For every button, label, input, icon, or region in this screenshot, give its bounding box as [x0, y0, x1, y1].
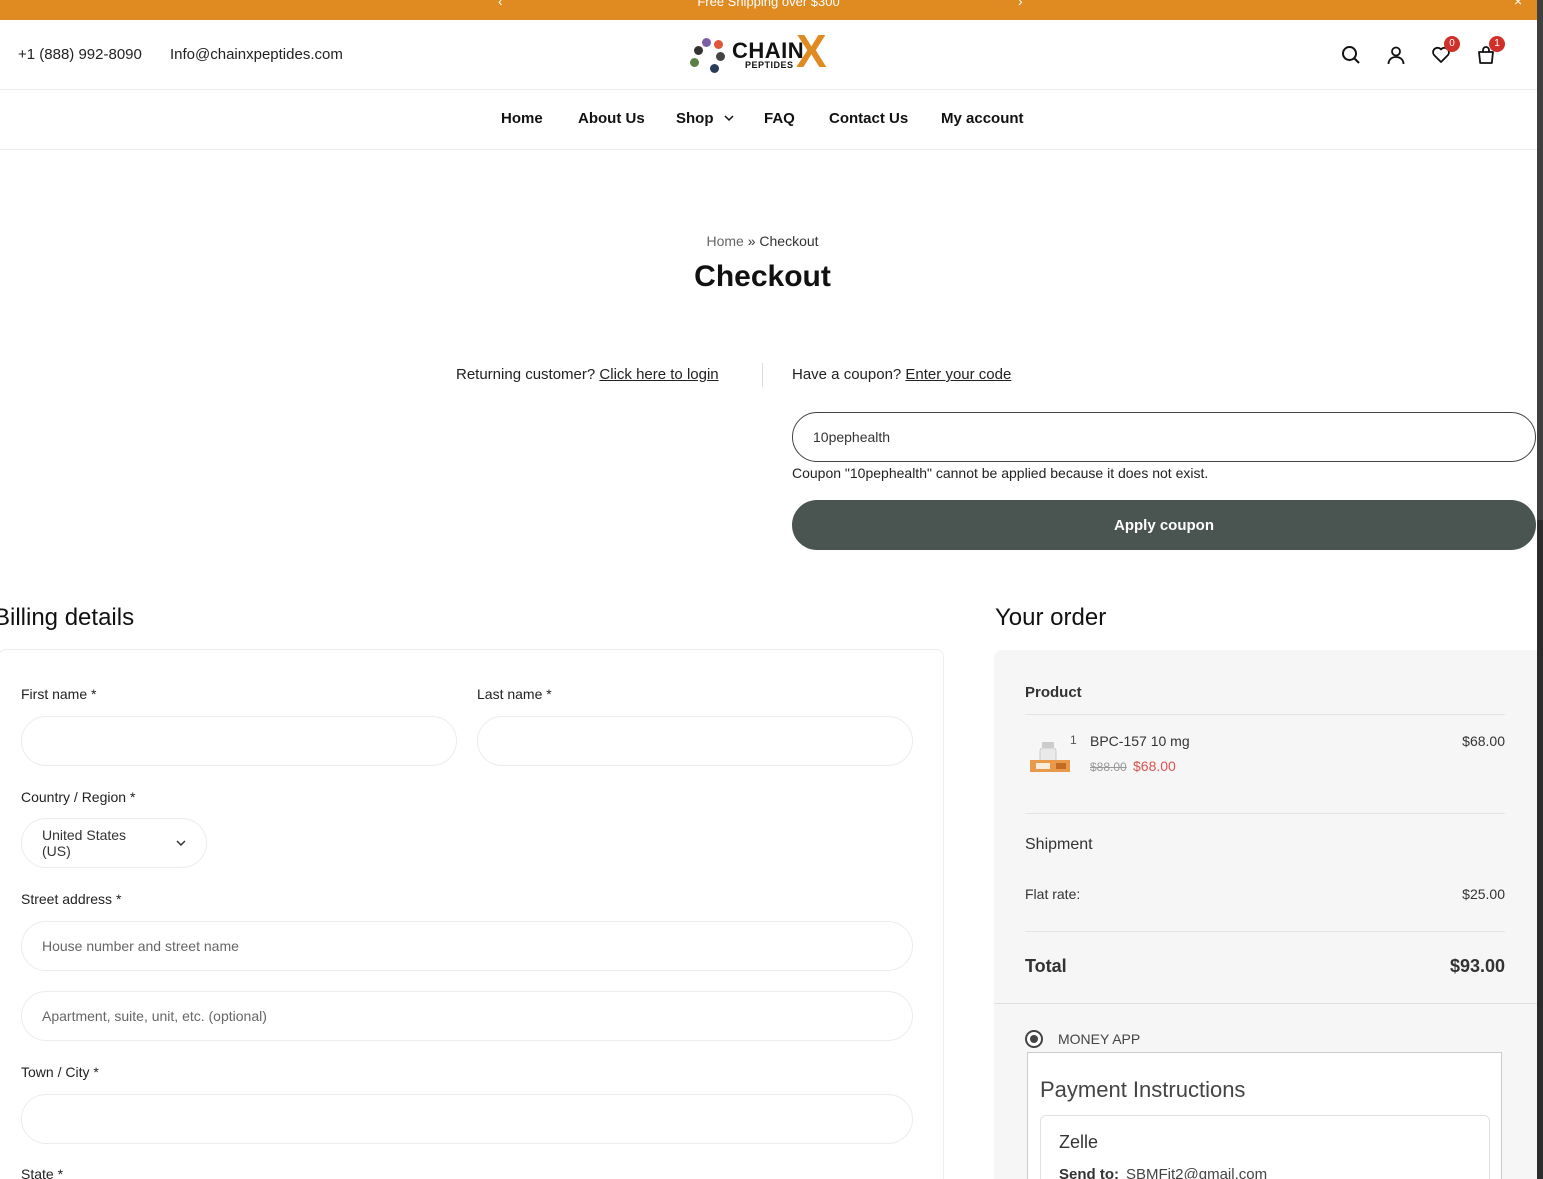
order-heading: Your order [995, 604, 1107, 631]
coupon-error: Coupon "10pephealth" cannot be applied b… [792, 465, 1209, 481]
main-nav: Home About Us Shop FAQ Contact Us My acc… [0, 90, 1537, 150]
country-select[interactable]: United States (US) [21, 818, 207, 868]
page-title: Checkout [694, 260, 831, 293]
billing-form: First name * Last name * Country / Regio… [0, 649, 944, 1179]
heart-icon[interactable]: 0 [1428, 36, 1460, 68]
site-logo[interactable]: CHAIN PEPTIDES X [688, 28, 838, 80]
total-label: Total [1025, 956, 1067, 976]
zelle-title: Zelle [1059, 1132, 1099, 1152]
close-icon[interactable]: × [1514, 0, 1522, 9]
coupon-notice: Have a coupon? Enter your code [792, 366, 1011, 383]
nav-item-contact[interactable]: Contact Us [829, 110, 908, 127]
promo-text: Free Shipping over $300 [697, 0, 840, 9]
returning-text: Returning customer? [456, 366, 600, 383]
apartment-field[interactable] [21, 991, 913, 1041]
returning-notice: Returning customer? Click here to login [456, 366, 719, 383]
scrollbar[interactable] [1537, 0, 1543, 1179]
item-line-total: $68.00 [1462, 733, 1505, 749]
street-address-field[interactable] [21, 921, 913, 971]
phone-link[interactable]: +1 (888) 992-8090 [18, 46, 142, 63]
send-to-label: Send to: [1059, 1166, 1119, 1179]
chevron-down-icon [176, 840, 186, 847]
logo-x: X [796, 25, 827, 77]
coupon-text: Have a coupon? [792, 366, 906, 383]
email-link[interactable]: Info@chainxpeptides.com [170, 46, 343, 63]
promo-bar: ‹ Free Shipping over $300 › × [0, 0, 1537, 20]
user-icon[interactable] [1383, 42, 1409, 68]
order-summary: Product 1 BPC-157 10 mg $88.00 $68.00 $6… [994, 650, 1537, 1179]
item-old-price: $88.00 [1090, 760, 1127, 774]
nav-item-home[interactable]: Home [501, 110, 543, 127]
logo-sub: PEPTIDES [745, 60, 794, 70]
search-icon[interactable] [1338, 42, 1364, 68]
breadcrumb-current: Checkout [759, 233, 819, 249]
nav-item-shop-label: Shop [676, 110, 714, 127]
zelle-box: Zelle Send to: SBMFit2@gmail.com [1040, 1115, 1490, 1179]
coupon-input[interactable] [792, 412, 1536, 462]
chevron-down-icon [724, 115, 734, 122]
payment-instructions-title: Payment Instructions [1040, 1077, 1246, 1102]
city-label: Town / City * [21, 1064, 99, 1080]
enter-code-link[interactable]: Enter your code [905, 366, 1011, 383]
country-label: Country / Region * [21, 789, 136, 805]
billing-heading: Billing details [0, 604, 135, 631]
street-label: Street address * [21, 891, 122, 907]
chevron-right-icon[interactable]: › [1018, 0, 1023, 9]
flat-rate-value: $25.00 [1462, 886, 1505, 902]
breadcrumb-home[interactable]: Home [706, 233, 743, 249]
apply-coupon-button[interactable]: Apply coupon [792, 500, 1536, 550]
nav-item-faq[interactable]: FAQ [764, 110, 795, 127]
site-header: +1 (888) 992-8090 Info@chainxpeptides.co… [0, 20, 1537, 90]
item-price: $68.00 [1133, 758, 1176, 774]
payment-radio[interactable] [1025, 1030, 1043, 1048]
last-name-field[interactable] [477, 716, 913, 766]
send-to-value: SBMFit2@gmail.com [1126, 1166, 1268, 1179]
country-value: United States (US) [42, 827, 127, 859]
product-thumbnail [1028, 738, 1072, 782]
notice-divider [762, 363, 763, 387]
item-name[interactable]: BPC-157 10 mg [1090, 733, 1190, 749]
flat-rate-label: Flat rate: [1025, 886, 1081, 902]
login-link[interactable]: Click here to login [599, 366, 718, 383]
nav-item-shop[interactable]: Shop [676, 110, 734, 127]
cart-count-badge: 1 [1489, 36, 1505, 52]
state-label: State * [21, 1166, 64, 1179]
cart-icon[interactable]: 1 [1473, 36, 1505, 68]
nav-item-about[interactable]: About Us [578, 110, 645, 127]
breadcrumb: Home » Checkout [0, 233, 1525, 249]
last-name-label: Last name * [477, 686, 552, 702]
breadcrumb-sep: » [743, 233, 760, 249]
wishlist-count-badge: 0 [1444, 36, 1460, 52]
first-name-field[interactable] [21, 716, 457, 766]
product-header: Product [1025, 684, 1082, 701]
payment-instructions-box: Payment Instructions Zelle Send to: SBMF… [1027, 1052, 1502, 1179]
payment-method-label[interactable]: MONEY APP [1058, 1031, 1140, 1047]
shipment-label: Shipment [1025, 836, 1093, 853]
first-name-label: First name * [21, 686, 97, 702]
item-qty: 1 [1070, 733, 1077, 747]
city-field[interactable] [21, 1094, 913, 1144]
total-value: $93.00 [1449, 956, 1505, 976]
nav-item-account[interactable]: My account [941, 110, 1024, 127]
